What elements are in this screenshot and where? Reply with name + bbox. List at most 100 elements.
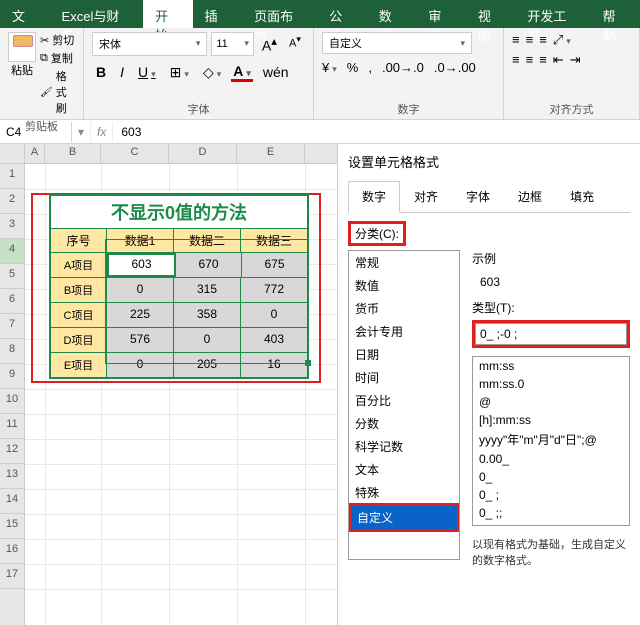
table-cell[interactable]: 675 bbox=[242, 253, 307, 277]
row-header-4[interactable]: 4 bbox=[0, 239, 24, 264]
row-header-14[interactable]: 14 bbox=[0, 489, 24, 514]
tab-file[interactable]: 文件 bbox=[0, 0, 50, 28]
row-header-12[interactable]: 12 bbox=[0, 439, 24, 464]
category-list[interactable]: 常规数值货币会计专用日期时间百分比分数科学记数文本特殊自定义 bbox=[348, 250, 460, 560]
type-input[interactable] bbox=[475, 323, 627, 345]
tab-insert[interactable]: 插入 bbox=[193, 0, 243, 28]
pane-tab-fill[interactable]: 填充 bbox=[556, 181, 608, 212]
table-cell[interactable]: 576 bbox=[107, 328, 174, 352]
table-cell[interactable]: 205 bbox=[174, 353, 241, 377]
type-list-item[interactable]: @ bbox=[473, 393, 629, 411]
table-cell[interactable]: 403 bbox=[241, 328, 307, 352]
table-cell[interactable]: 358 bbox=[174, 303, 241, 327]
border-button[interactable]: ⊞ bbox=[166, 62, 193, 83]
category-item[interactable]: 时间 bbox=[349, 366, 459, 389]
font-name-select[interactable]: 宋体 bbox=[92, 32, 207, 56]
phonetic-button[interactable]: wén bbox=[259, 62, 293, 82]
row-header-1[interactable]: 1 bbox=[0, 164, 24, 189]
percent-button[interactable]: % bbox=[347, 60, 359, 75]
row-header-16[interactable]: 16 bbox=[0, 539, 24, 564]
category-item[interactable]: 会计专用 bbox=[349, 320, 459, 343]
row-header-9[interactable]: 9 bbox=[0, 364, 24, 389]
align-top-button[interactable]: ≡ bbox=[512, 32, 520, 48]
tab-layout[interactable]: 页面布局 bbox=[242, 0, 317, 28]
type-list-item[interactable]: mm:ss.0 bbox=[473, 375, 629, 393]
category-item[interactable]: 科学记数 bbox=[349, 435, 459, 458]
row-header-15[interactable]: 15 bbox=[0, 514, 24, 539]
tab-addin[interactable]: Excel与财务 bbox=[50, 0, 144, 28]
table-cell[interactable]: 315 bbox=[174, 278, 241, 302]
name-box[interactable]: C4 bbox=[0, 122, 72, 142]
category-item[interactable]: 文本 bbox=[349, 458, 459, 481]
category-item[interactable]: 分数 bbox=[349, 412, 459, 435]
font-color-button[interactable]: A bbox=[231, 63, 253, 82]
indent-dec-button[interactable]: ⇤ bbox=[553, 52, 564, 68]
col-header-B[interactable]: B bbox=[45, 144, 101, 163]
comma-button[interactable]: , bbox=[368, 60, 372, 75]
pane-tab-align[interactable]: 对齐 bbox=[400, 181, 452, 212]
row-header-5[interactable]: 5 bbox=[0, 264, 24, 289]
table-cell[interactable]: 670 bbox=[176, 253, 242, 277]
row-header-13[interactable]: 13 bbox=[0, 464, 24, 489]
pane-tab-border[interactable]: 边框 bbox=[504, 181, 556, 212]
table-cell[interactable]: 0 bbox=[107, 353, 174, 377]
table-cell[interactable]: 0 bbox=[241, 303, 307, 327]
paste-button[interactable]: 粘贴 bbox=[8, 32, 36, 116]
pane-tab-font[interactable]: 字体 bbox=[452, 181, 504, 212]
painter-button[interactable]: 格式刷 bbox=[40, 68, 75, 116]
grow-font-button[interactable]: A▴ bbox=[258, 32, 281, 56]
row-header-3[interactable]: 3 bbox=[0, 214, 24, 239]
currency-button[interactable]: ¥ bbox=[322, 60, 337, 75]
row-header-17[interactable]: 17 bbox=[0, 564, 24, 589]
align-left-button[interactable]: ≡ bbox=[512, 52, 520, 68]
type-list[interactable]: mm:ssmm:ss.0@[h]:mm:ssyyyy"年"m"月"d"日";@ 0… bbox=[472, 356, 630, 526]
category-item[interactable]: 特殊 bbox=[349, 481, 459, 504]
align-middle-button[interactable]: ≡ bbox=[526, 32, 534, 48]
tab-home[interactable]: 开始 bbox=[143, 0, 193, 28]
tab-help[interactable]: 帮助 bbox=[591, 0, 640, 28]
row-header-6[interactable]: 6 bbox=[0, 289, 24, 314]
pane-tab-number[interactable]: 数字 bbox=[348, 181, 400, 213]
align-center-button[interactable]: ≡ bbox=[526, 52, 534, 68]
type-list-item[interactable]: mm:ss bbox=[473, 357, 629, 375]
col-header-A[interactable]: A bbox=[25, 144, 45, 163]
inc-decimal-button[interactable]: .00→.0 bbox=[382, 60, 424, 75]
row-header-10[interactable]: 10 bbox=[0, 389, 24, 414]
cells-grid[interactable]: 不显示0值的方法 序号数据1数据二数据三 A项目603670675B项目0315… bbox=[25, 164, 337, 625]
align-bottom-button[interactable]: ≡ bbox=[539, 32, 547, 48]
shrink-font-button[interactable]: A▾ bbox=[285, 32, 305, 56]
col-header-D[interactable]: D bbox=[169, 144, 237, 163]
category-item[interactable]: 百分比 bbox=[349, 389, 459, 412]
row-header-7[interactable]: 7 bbox=[0, 314, 24, 339]
fill-color-button[interactable]: ◇ bbox=[199, 62, 225, 83]
type-list-item[interactable]: 0_ bbox=[473, 468, 629, 486]
fb-fx[interactable]: fx bbox=[91, 122, 113, 142]
fb-cancel[interactable]: ▾ bbox=[72, 122, 91, 142]
type-list-item[interactable]: 0_ ; bbox=[473, 486, 629, 504]
underline-button[interactable]: U bbox=[134, 62, 160, 82]
formula-input[interactable]: 603 bbox=[113, 122, 640, 142]
type-list-item[interactable]: yyyy"年"m"月"d"日";@ bbox=[473, 429, 629, 450]
font-size-select[interactable]: 11 bbox=[211, 32, 254, 56]
category-item[interactable]: 货币 bbox=[349, 297, 459, 320]
table-cell[interactable]: 225 bbox=[107, 303, 174, 327]
cut-button[interactable]: 剪切 bbox=[40, 32, 75, 48]
dec-decimal-button[interactable]: .0→.00 bbox=[434, 60, 476, 75]
row-header-8[interactable]: 8 bbox=[0, 339, 24, 364]
orientation-button[interactable]: ⤢ bbox=[553, 32, 571, 48]
col-header-C[interactable]: C bbox=[101, 144, 169, 163]
tab-formula[interactable]: 公式 bbox=[317, 0, 367, 28]
italic-button[interactable]: I bbox=[116, 62, 128, 82]
category-item[interactable]: 数值 bbox=[349, 274, 459, 297]
tab-view[interactable]: 视图 bbox=[466, 0, 516, 28]
type-list-item[interactable]: 0_ ;0 ;; bbox=[473, 522, 629, 526]
bold-button[interactable]: B bbox=[92, 62, 110, 82]
type-list-item[interactable]: [h]:mm:ss bbox=[473, 411, 629, 429]
tab-data[interactable]: 数据 bbox=[367, 0, 417, 28]
tab-dev[interactable]: 开发工具 bbox=[515, 0, 590, 28]
type-list-item[interactable]: 0_ ;; bbox=[473, 504, 629, 522]
row-header-2[interactable]: 2 bbox=[0, 189, 24, 214]
copy-button[interactable]: 复制 bbox=[40, 50, 75, 66]
category-item[interactable]: 常规 bbox=[349, 251, 459, 274]
category-item[interactable]: 日期 bbox=[349, 343, 459, 366]
